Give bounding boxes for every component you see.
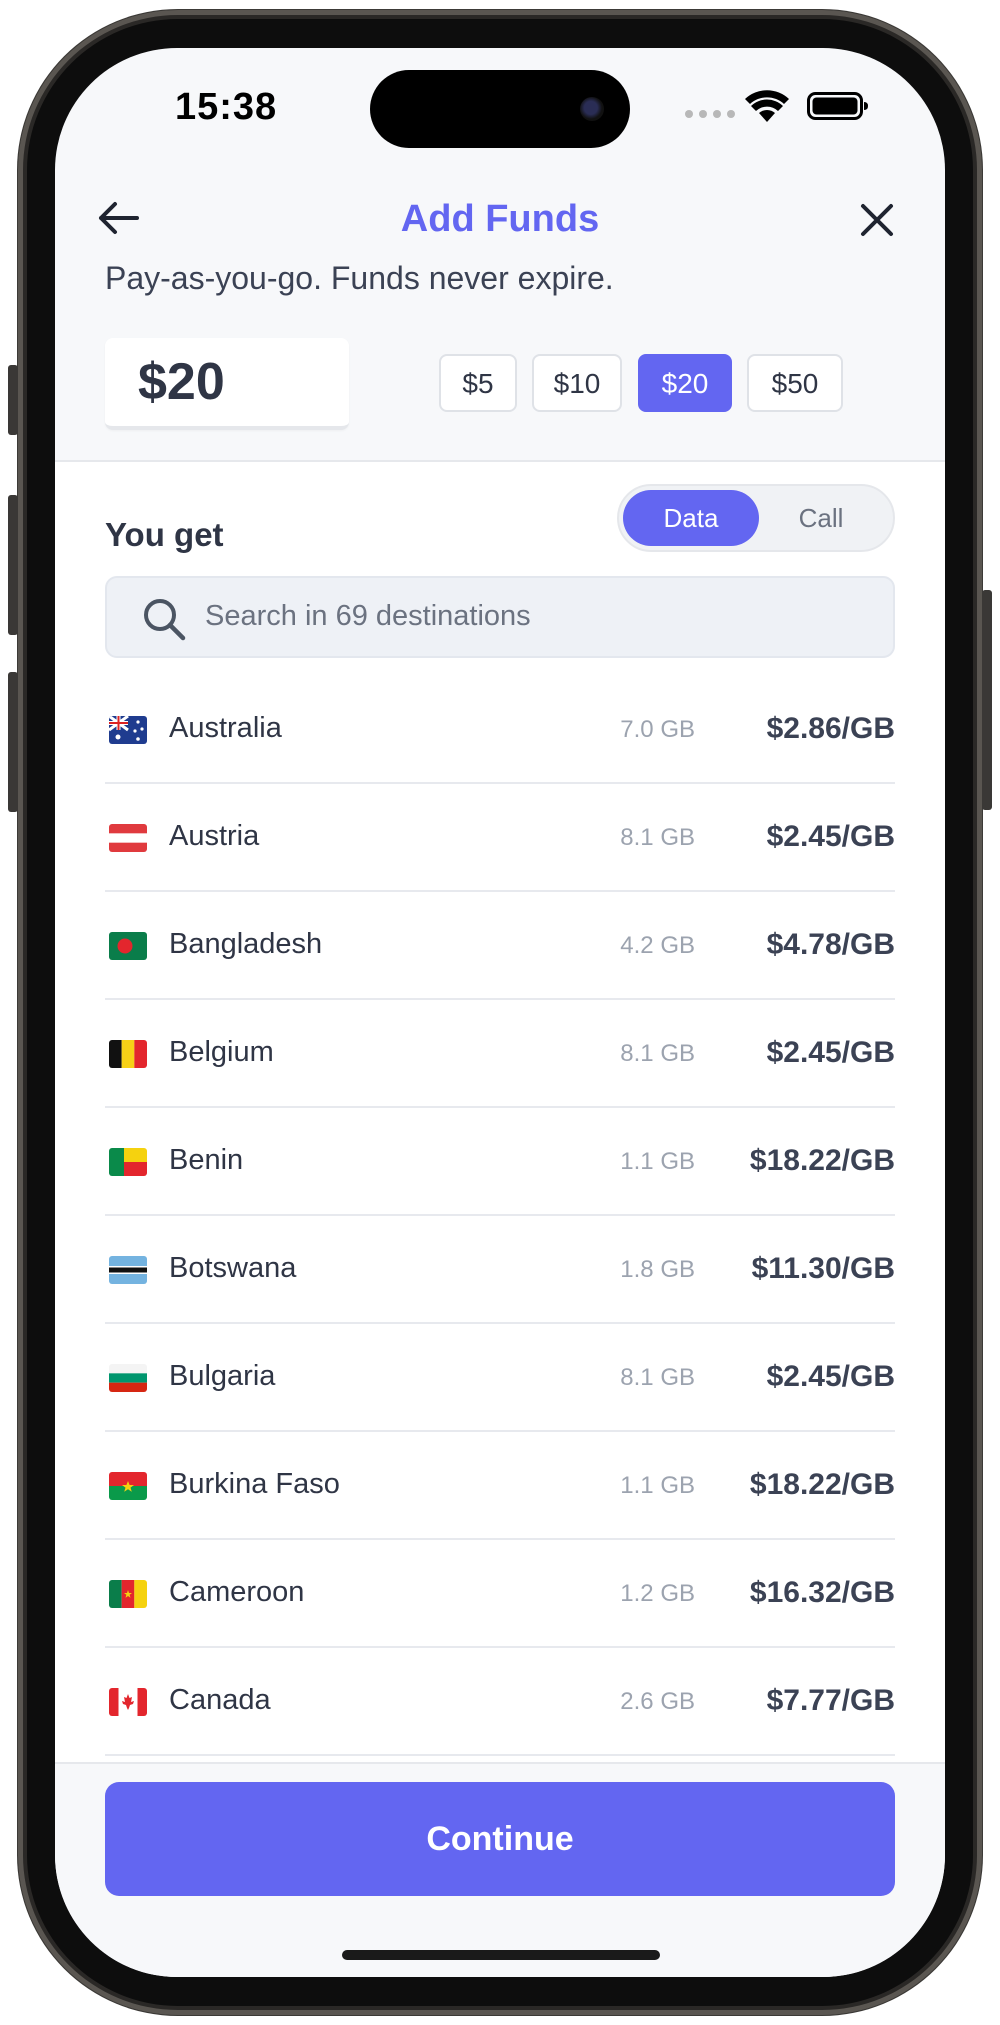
canada-flag-icon <box>109 1688 147 1716</box>
austria-flag-icon <box>109 824 147 852</box>
belgium-flag-icon <box>109 1040 147 1068</box>
country-name: Austria <box>169 820 260 852</box>
preset-50-button[interactable]: $50 <box>747 354 843 412</box>
camera-icon <box>580 97 604 121</box>
country-name: Australia <box>169 712 282 744</box>
data-amount: 1.8 GB <box>620 1256 695 1283</box>
amount-input[interactable]: $20 <box>105 338 349 430</box>
price-per-gb: $18.22/GB <box>749 1468 895 1501</box>
dynamic-island <box>370 70 630 148</box>
data-call-toggle: Data Call <box>617 484 895 552</box>
volume-up-button <box>8 495 18 635</box>
list-item[interactable]: Austria 8.1 GB $2.45/GB <box>105 784 895 892</box>
list-item[interactable]: Benin 1.1 GB $18.22/GB <box>105 1108 895 1216</box>
data-amount: 8.1 GB <box>620 824 695 851</box>
data-amount: 7.0 GB <box>620 716 695 743</box>
country-name: Bulgaria <box>169 1360 276 1392</box>
country-name: Benin <box>169 1144 244 1176</box>
price-per-gb: $2.45/GB <box>766 820 895 853</box>
bangladesh-flag-icon <box>109 932 147 960</box>
price-per-gb: $11.30/GB <box>751 1252 895 1285</box>
volume-down-button <box>8 672 18 812</box>
list-item[interactable]: Botswana 1.8 GB $11.30/GB <box>105 1216 895 1324</box>
list-item[interactable]: Belgium 8.1 GB $2.45/GB <box>105 1000 895 1108</box>
tagline: Pay-as-you-go. Funds never expire. <box>105 260 614 296</box>
benin-flag-icon <box>109 1148 147 1176</box>
data-amount: 2.6 GB <box>620 1688 695 1715</box>
list-item[interactable]: Canada 2.6 GB $7.77/GB <box>105 1648 895 1756</box>
price-per-gb: $4.78/GB <box>766 928 895 961</box>
burkina-faso-flag-icon <box>109 1472 147 1500</box>
preset-5-button[interactable]: $5 <box>439 354 517 412</box>
toggle-data[interactable]: Data <box>623 490 759 546</box>
wifi-icon <box>745 90 789 122</box>
bulgaria-flag-icon <box>109 1364 147 1392</box>
country-name: Botswana <box>169 1252 297 1284</box>
list-item[interactable]: Burkina Faso 1.1 GB $18.22/GB <box>105 1432 895 1540</box>
price-per-gb: $2.45/GB <box>766 1036 895 1069</box>
price-per-gb: $2.86/GB <box>766 712 895 745</box>
data-amount: 8.1 GB <box>620 1040 695 1067</box>
country-name: Bangladesh <box>169 928 323 960</box>
search-input[interactable]: Search in 69 destinations <box>105 576 895 658</box>
search-icon <box>144 599 186 641</box>
destinations-panel: You get Data Call Search in 69 destinati… <box>55 462 945 1762</box>
list-item[interactable]: Australia 7.0 GB $2.86/GB <box>105 676 895 784</box>
preset-20-button[interactable]: $20 <box>638 354 732 412</box>
header: Add Funds <box>55 178 945 258</box>
country-name: Belgium <box>169 1036 274 1068</box>
amount-value: $20 <box>138 353 225 411</box>
battery-icon <box>807 92 868 120</box>
country-name: Canada <box>169 1684 271 1716</box>
data-amount: 1.1 GB <box>620 1148 695 1175</box>
toggle-call[interactable]: Call <box>753 490 889 546</box>
list-item[interactable]: Cameroon 1.2 GB $16.32/GB <box>105 1540 895 1648</box>
country-name: Burkina Faso <box>169 1468 340 1500</box>
search-placeholder: Search in 69 destinations <box>205 600 531 632</box>
price-per-gb: $7.77/GB <box>766 1684 895 1717</box>
home-indicator[interactable] <box>342 1950 660 1960</box>
cellular-signal-icon <box>685 110 735 118</box>
continue-button[interactable]: Continue <box>105 1782 895 1896</box>
data-amount: 8.1 GB <box>620 1364 695 1391</box>
data-amount: 1.2 GB <box>620 1580 695 1607</box>
australia-flag-icon <box>109 716 147 744</box>
data-amount: 1.1 GB <box>620 1472 695 1499</box>
price-per-gb: $16.32/GB <box>749 1576 895 1609</box>
footer: Continue <box>55 1762 945 1977</box>
action-button <box>8 365 18 435</box>
preset-10-button[interactable]: $10 <box>532 354 622 412</box>
cameroon-flag-icon <box>109 1580 147 1608</box>
list-item[interactable]: Bangladesh 4.2 GB $4.78/GB <box>105 892 895 1000</box>
status-time: 15:38 <box>175 86 278 128</box>
close-icon[interactable] <box>859 202 895 238</box>
list-item[interactable]: Bulgaria 8.1 GB $2.45/GB <box>105 1324 895 1432</box>
page-title: Add Funds <box>400 198 600 240</box>
power-button <box>982 590 992 810</box>
you-get-label: You get <box>105 516 224 553</box>
screen: 15:38 Add Funds Pay-as-you-go. Funds nev… <box>55 48 945 1977</box>
price-per-gb: $18.22/GB <box>749 1144 895 1177</box>
botswana-flag-icon <box>109 1256 147 1284</box>
country-name: Cameroon <box>169 1576 305 1608</box>
price-per-gb: $2.45/GB <box>766 1360 895 1393</box>
data-amount: 4.2 GB <box>620 932 695 959</box>
